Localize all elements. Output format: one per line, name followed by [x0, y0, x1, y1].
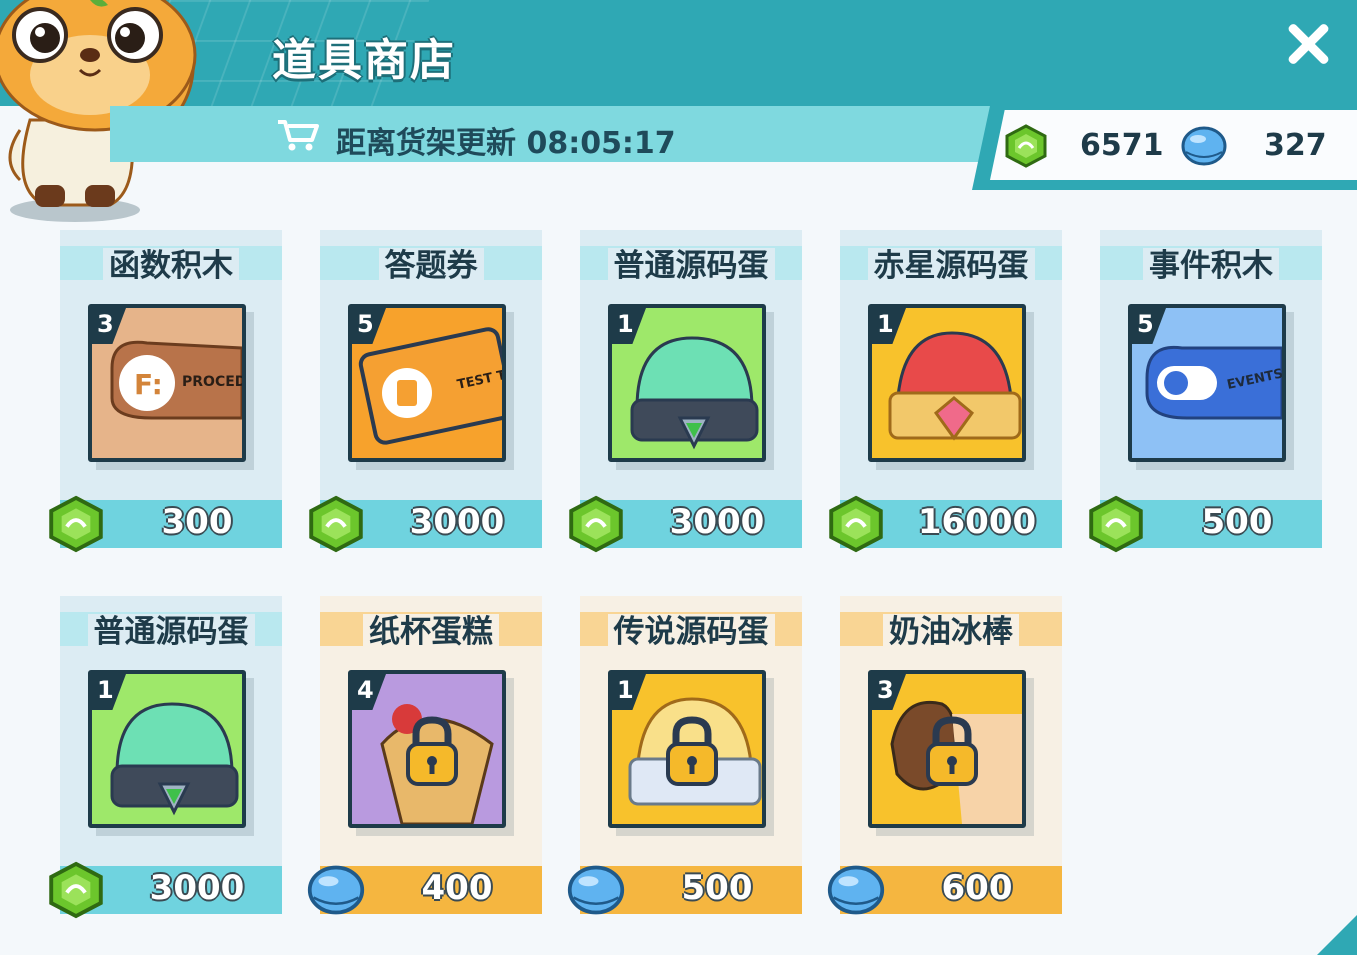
gem-icon: [569, 495, 623, 553]
item-name: 赤星源码蛋: [840, 240, 1062, 285]
common-egg-item-icon: 1: [88, 670, 246, 828]
item-price: 16000: [917, 502, 1037, 542]
ice-pop-item-icon: 3: [868, 670, 1026, 828]
item-count: 1: [97, 676, 114, 704]
corner-decoration: [1317, 915, 1357, 955]
shop-item-card[interactable]: 纸杯蛋糕 4 400: [307, 596, 542, 915]
item-price: 3000: [669, 502, 765, 542]
item-name: 奶油冰棒: [840, 606, 1062, 651]
shop-item-card[interactable]: 普通源码蛋 1 3000: [569, 230, 802, 553]
gem-icon: [49, 495, 103, 553]
legendary-egg-item-icon: 1: [608, 670, 766, 828]
gem-icon: [1089, 495, 1143, 553]
gem-icon: [829, 495, 883, 553]
item-count: 5: [1137, 310, 1154, 338]
item-price: 300: [161, 502, 233, 542]
function-block-item-icon: F: PROCEDU 3: [88, 304, 246, 462]
close-button[interactable]: [1280, 16, 1336, 72]
item-count: 1: [617, 676, 634, 704]
gem-icon: [309, 495, 363, 553]
quiz-ticket-item-icon: TEST TI 5: [348, 304, 506, 462]
shop-item-card[interactable]: 事件积木 EVENTS 5 500: [1089, 230, 1322, 553]
shop-window: 道具商店 距离货架更新 08:05:17 6571 327 函数积木 F: PR…: [0, 0, 1357, 955]
shop-item-card[interactable]: 普通源码蛋 1 3000: [49, 596, 282, 919]
shop-item-card[interactable]: 奶油冰棒 3 600: [827, 596, 1062, 915]
shop-item-card[interactable]: 赤星源码蛋 1 16000: [829, 230, 1062, 553]
orb-icon: [827, 865, 885, 915]
orb-balance: 327: [1264, 128, 1327, 163]
cupcake-item-icon: 4: [348, 670, 506, 828]
cart-icon: [278, 120, 319, 151]
item-price: 500: [681, 868, 753, 908]
orb-icon: [307, 865, 365, 915]
page-title: 道具商店: [272, 35, 456, 86]
item-count: 4: [357, 676, 374, 704]
orb-icon: [567, 865, 625, 915]
item-name: 普通源码蛋: [580, 240, 802, 285]
item-price: 500: [1201, 502, 1273, 542]
shop-item-card[interactable]: 函数积木 F: PROCEDU 3 300: [49, 230, 282, 553]
svg-text:F:: F:: [134, 368, 163, 401]
item-name: 普通源码蛋: [60, 606, 282, 651]
item-count: 3: [877, 676, 894, 704]
item-count: 1: [877, 310, 894, 338]
item-name: 答题券: [320, 240, 542, 285]
red-star-egg-item-icon: 1: [868, 304, 1026, 462]
refresh-timer-text: 距离货架更新 08:05:17: [336, 126, 676, 161]
item-name: 事件积木: [1100, 240, 1322, 285]
item-price: 400: [421, 868, 493, 908]
gem-icon: [1005, 124, 1047, 168]
orb-icon: [1181, 126, 1227, 166]
item-name: 纸杯蛋糕: [320, 606, 542, 651]
item-price: 600: [941, 868, 1013, 908]
shop-item-card[interactable]: 传说源码蛋 1 500: [567, 596, 802, 915]
item-count: 1: [617, 310, 634, 338]
event-block-item-icon: EVENTS 5: [1128, 304, 1286, 462]
svg-text:PROCEDU: PROCEDU: [182, 374, 242, 390]
item-price: 3000: [149, 868, 245, 908]
item-name: 函数积木: [60, 240, 282, 285]
common-egg-item-icon: 1: [608, 304, 766, 462]
item-count: 3: [97, 310, 114, 338]
shop-item-card[interactable]: 答题券 TEST TI 5 3000: [309, 230, 542, 553]
gem-icon: [49, 861, 103, 919]
gem-balance: 6571: [1080, 128, 1164, 163]
item-name: 传说源码蛋: [580, 606, 802, 651]
refresh-timer-bar: 距离货架更新 08:05:17: [110, 106, 1010, 162]
item-count: 5: [357, 310, 374, 338]
item-price: 3000: [409, 502, 505, 542]
